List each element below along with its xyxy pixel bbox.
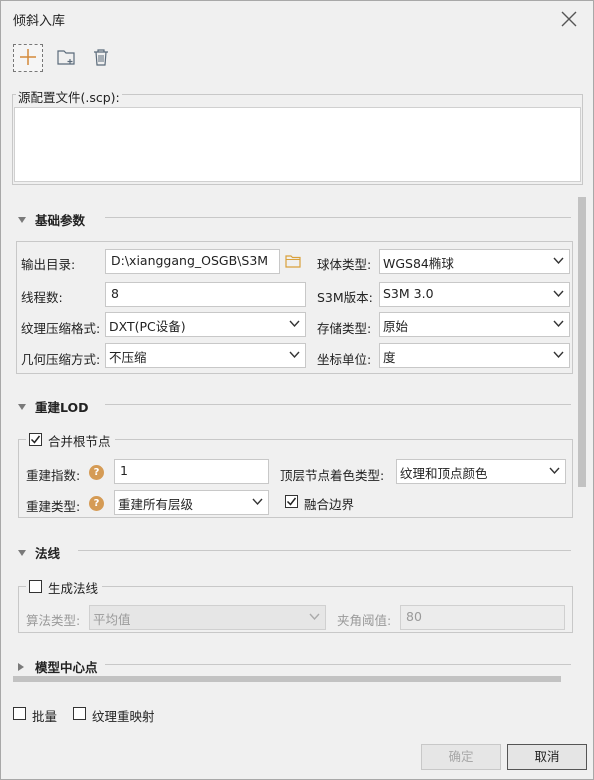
coord-unit-label: 坐标单位: <box>317 352 372 367</box>
top-node-color-select[interactable]: 纹理和顶点颜色 <box>396 459 566 484</box>
section-basic-header[interactable]: 基础参数 <box>18 210 85 229</box>
chevron-down-icon <box>309 613 320 621</box>
divider <box>78 550 571 551</box>
dialog-window: 倾斜入库 源配置文件(.scp): 基础参数 输出目录: D:\xianggan… <box>0 0 594 780</box>
texture-compress-label: 纹理压缩格式: <box>21 321 101 336</box>
texture-remap-checkbox[interactable] <box>73 707 86 720</box>
section-lod-title: 重建LOD <box>35 400 89 415</box>
chevron-down-icon <box>553 320 564 328</box>
chevron-down-icon <box>553 351 564 359</box>
threads-input[interactable]: 8 <box>105 282 306 307</box>
ellipsoid-select[interactable]: WGS84椭球 <box>379 249 570 274</box>
divider <box>105 404 571 405</box>
ok-button[interactable]: 确定 <box>421 744 501 770</box>
s3m-version-select[interactable]: S3M 3.0 <box>379 282 570 307</box>
help-icon[interactable]: ? <box>89 465 104 480</box>
algorithm-type-label: 算法类型: <box>26 613 81 628</box>
divider <box>105 664 571 665</box>
divider <box>105 217 571 218</box>
algorithm-type-select[interactable]: 平均值 <box>89 605 326 630</box>
chevron-down-icon <box>252 498 263 506</box>
s3m-version-label: S3M版本: <box>317 290 373 305</box>
rebuild-index-input[interactable]: 1 <box>114 459 269 484</box>
blend-border-label: 融合边界 <box>304 497 355 512</box>
generate-normal-checkbox[interactable] <box>29 580 42 593</box>
folder-add-icon <box>56 48 76 69</box>
checkmark-icon <box>286 497 297 506</box>
plus-icon <box>19 48 37 69</box>
top-node-color-label: 顶层节点着色类型: <box>280 468 385 483</box>
rebuild-type-value: 重建所有层级 <box>118 497 194 512</box>
geometry-compress-select[interactable]: 不压缩 <box>105 343 306 368</box>
chevron-down-icon <box>289 320 300 328</box>
collapse-arrow-icon <box>18 403 26 410</box>
checkmark-icon <box>30 435 41 444</box>
ellipsoid-label: 球体类型: <box>317 257 372 272</box>
generate-normal-option[interactable]: 生成法线 <box>26 578 103 597</box>
rebuild-type-label: 重建类型: <box>26 499 81 514</box>
chevron-down-icon <box>553 257 564 265</box>
merge-root-option[interactable]: 合并根节点 <box>26 431 115 450</box>
storage-type-select[interactable]: 原始 <box>379 312 570 337</box>
rebuild-type-select[interactable]: 重建所有层级 <box>114 490 269 515</box>
texture-compress-value: DXT(PC设备) <box>109 319 186 334</box>
coord-unit-value: 度 <box>383 350 396 365</box>
generate-normal-label: 生成法线 <box>48 581 99 596</box>
algorithm-type-value: 平均值 <box>93 612 131 627</box>
cancel-button[interactable]: 取消 <box>507 744 587 770</box>
coord-unit-select[interactable]: 度 <box>379 343 570 368</box>
rebuild-index-label: 重建指数: <box>26 468 81 483</box>
ellipsoid-value: WGS84椭球 <box>383 256 454 271</box>
expand-arrow-icon <box>18 662 24 671</box>
add-folder-button[interactable] <box>51 44 81 72</box>
s3m-version-value: S3M 3.0 <box>383 286 434 301</box>
source-label: 源配置文件(.scp): <box>16 87 122 106</box>
output-dir-label: 输出目录: <box>21 257 76 272</box>
batch-checkbox[interactable] <box>13 707 26 720</box>
merge-root-label: 合并根节点 <box>48 434 111 449</box>
source-file-list[interactable] <box>14 107 581 182</box>
delete-button[interactable] <box>86 44 116 72</box>
blend-border-checkbox[interactable] <box>285 495 298 508</box>
angle-threshold-label: 夹角阈值: <box>337 613 392 628</box>
help-icon[interactable]: ? <box>89 496 104 511</box>
scrollbar-thumb[interactable] <box>578 197 586 487</box>
geometry-compress-value: 不压缩 <box>109 350 147 365</box>
scrollbar-thumb[interactable] <box>13 676 561 682</box>
trash-icon <box>92 48 110 69</box>
angle-threshold-input[interactable]: 80 <box>400 605 565 630</box>
close-icon[interactable] <box>557 7 581 31</box>
storage-type-value: 原始 <box>383 319 409 334</box>
top-node-color-value: 纹理和顶点颜色 <box>400 466 488 481</box>
chevron-down-icon <box>553 290 564 298</box>
texture-remap-label: 纹理重映射 <box>92 709 155 724</box>
horizontal-scrollbar[interactable] <box>13 674 573 684</box>
output-dir-input[interactable]: D:\xianggang_OSGB\S3M <box>105 249 280 274</box>
section-lod-header[interactable]: 重建LOD <box>18 397 89 416</box>
section-normal-header[interactable]: 法线 <box>18 543 60 562</box>
section-normal-title: 法线 <box>35 546 61 561</box>
collapse-arrow-icon <box>18 216 26 223</box>
threads-label: 线程数: <box>21 290 63 305</box>
chevron-down-icon <box>289 351 300 359</box>
storage-type-label: 存储类型: <box>317 321 372 336</box>
window-title: 倾斜入库 <box>13 14 66 29</box>
geometry-compress-label: 几何压缩方式: <box>21 352 101 367</box>
texture-compress-select[interactable]: DXT(PC设备) <box>105 312 306 337</box>
folder-icon[interactable] <box>285 254 301 271</box>
add-button[interactable] <box>13 44 43 72</box>
vertical-scrollbar[interactable] <box>576 193 588 679</box>
chevron-down-icon <box>549 467 560 475</box>
collapse-arrow-icon <box>18 549 26 556</box>
section-basic-title: 基础参数 <box>35 213 86 228</box>
batch-label: 批量 <box>32 709 58 724</box>
merge-root-checkbox[interactable] <box>29 433 42 446</box>
